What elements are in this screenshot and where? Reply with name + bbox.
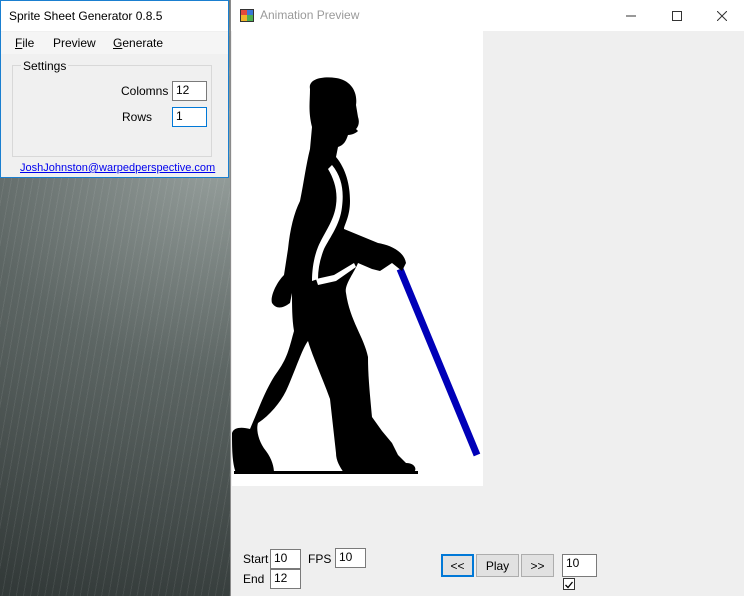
minimize-button[interactable]	[608, 0, 654, 31]
menu-preview[interactable]: Preview	[53, 36, 96, 50]
close-button[interactable]	[699, 0, 744, 31]
fps-input[interactable]: 10	[335, 548, 366, 568]
checkmark-icon	[565, 581, 574, 589]
columns-label: Colomns	[121, 84, 169, 98]
end-input[interactable]: 12	[270, 569, 301, 589]
rows-input[interactable]: 1	[172, 107, 207, 127]
menu-preview-label: Preview	[53, 36, 96, 50]
preview-window-title: Animation Preview	[260, 8, 360, 22]
start-label: Start	[243, 552, 269, 566]
app-icon	[240, 9, 254, 22]
menu-bar: File Preview Generate	[1, 32, 228, 54]
columns-input[interactable]: 12	[172, 81, 207, 101]
fps-label: FPS	[308, 552, 332, 566]
walking-figure-sprite	[232, 77, 481, 474]
preview-canvas	[232, 31, 483, 486]
play-button[interactable]: Play	[476, 554, 519, 577]
preview-titlebar[interactable]: Animation Preview	[231, 0, 744, 31]
previous-frame-button[interactable]: <<	[441, 554, 474, 577]
start-input[interactable]: 10	[270, 549, 301, 569]
menu-file[interactable]: File	[15, 36, 34, 50]
menu-generate-mnemonic: G	[113, 36, 123, 50]
animation-preview-window: Animation Preview Start 10 FPS 10 End 12…	[230, 0, 744, 596]
frame-input[interactable]: 10	[562, 554, 597, 577]
close-icon	[717, 10, 727, 21]
settings-group-label: Settings	[21, 59, 69, 73]
generator-titlebar[interactable]: Sprite Sheet Generator 0.8.5	[1, 1, 228, 31]
email-link[interactable]: JoshJohnston@warpedperspective.com	[20, 162, 215, 174]
cane	[396, 267, 481, 457]
loop-checkbox[interactable]	[563, 578, 575, 590]
menu-file-label: ile	[22, 36, 35, 50]
end-label: End	[243, 572, 265, 586]
settings-group: Settings Colomns 12 Rows 1	[12, 59, 212, 157]
maximize-icon	[672, 10, 682, 21]
rows-label: Rows	[122, 110, 153, 124]
minimize-icon	[626, 15, 636, 16]
maximize-button[interactable]	[654, 0, 700, 31]
sprite-sheet-generator-window: Sprite Sheet Generator 0.8.5 File Previe…	[0, 0, 229, 178]
generator-window-title: Sprite Sheet Generator 0.8.5	[9, 9, 163, 23]
menu-generate[interactable]: Generate	[113, 36, 163, 50]
menu-generate-label: enerate	[122, 36, 164, 50]
next-frame-button[interactable]: >>	[521, 554, 554, 577]
